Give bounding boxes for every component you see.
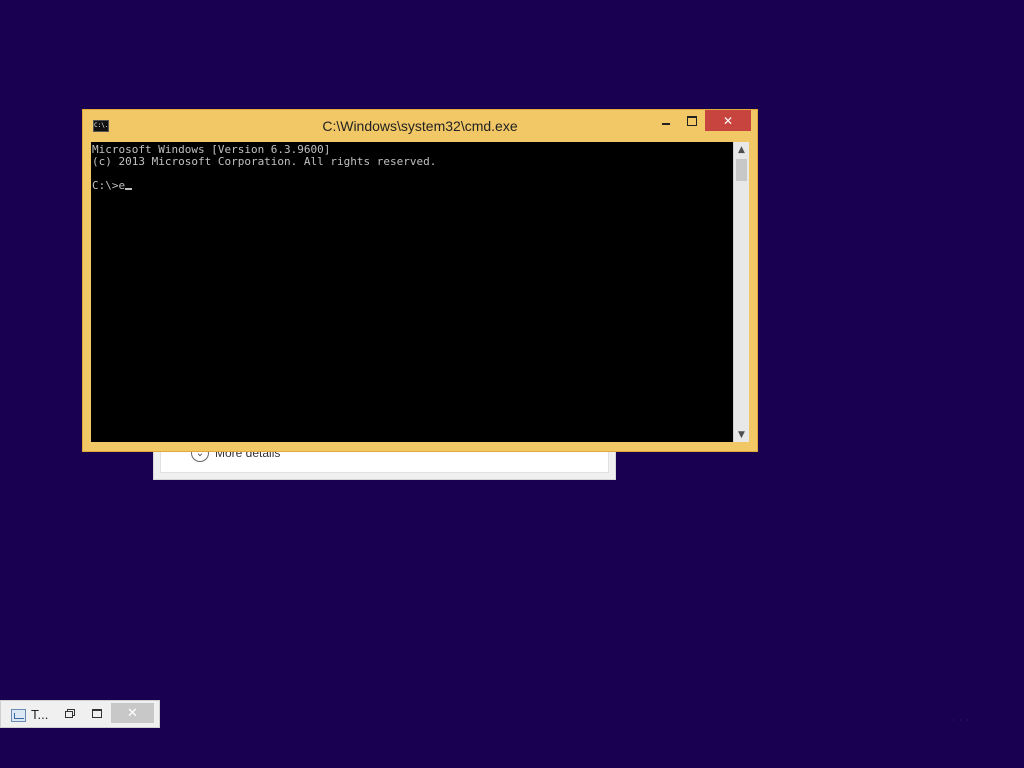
console-prompt: C:\>e	[92, 179, 126, 192]
console-line: (c) 2013 Microsoft Corporation. All righ…	[92, 155, 437, 168]
minimized-window-title[interactable]: T...	[31, 707, 48, 722]
console-output[interactable]: Microsoft Windows [Version 6.3.9600] (c)…	[91, 142, 733, 442]
text-cursor	[125, 188, 133, 190]
desktop: ⌄ More details C:\. C:\Windows\system32\…	[0, 0, 1024, 768]
scroll-down-button[interactable]: ▼	[734, 427, 749, 442]
console-text: Microsoft Windows [Version 6.3.9600] (c)…	[91, 142, 733, 192]
minimize-icon	[662, 122, 670, 125]
close-icon: ✕	[127, 705, 138, 721]
close-button[interactable]: ✕	[705, 110, 751, 131]
vertical-scrollbar[interactable]: ▲ ▼	[733, 142, 749, 442]
cmd-titlebar[interactable]: C:\. C:\Windows\system32\cmd.exe ✕	[83, 110, 757, 142]
maximize-button[interactable]	[679, 110, 705, 131]
maximize-icon	[92, 708, 102, 718]
chevron-up-icon: ▲	[738, 144, 745, 155]
close-button[interactable]: ✕	[111, 703, 154, 723]
restore-button[interactable]	[59, 703, 79, 723]
scroll-thumb[interactable]	[736, 159, 747, 181]
task-manager-icon	[11, 709, 26, 722]
minimize-button[interactable]	[653, 110, 679, 131]
maximize-button[interactable]	[87, 703, 107, 723]
chevron-down-icon: ▼	[738, 429, 745, 440]
maximize-icon	[687, 115, 697, 126]
restore-icon	[64, 709, 75, 718]
close-icon: ✕	[722, 113, 734, 128]
scroll-up-button[interactable]: ▲	[734, 142, 749, 157]
cmd-window[interactable]: C:\. C:\Windows\system32\cmd.exe ✕ Micro…	[82, 109, 758, 452]
minimized-window[interactable]: T... ✕	[0, 700, 160, 728]
tray-dots: · · ·	[952, 716, 970, 725]
